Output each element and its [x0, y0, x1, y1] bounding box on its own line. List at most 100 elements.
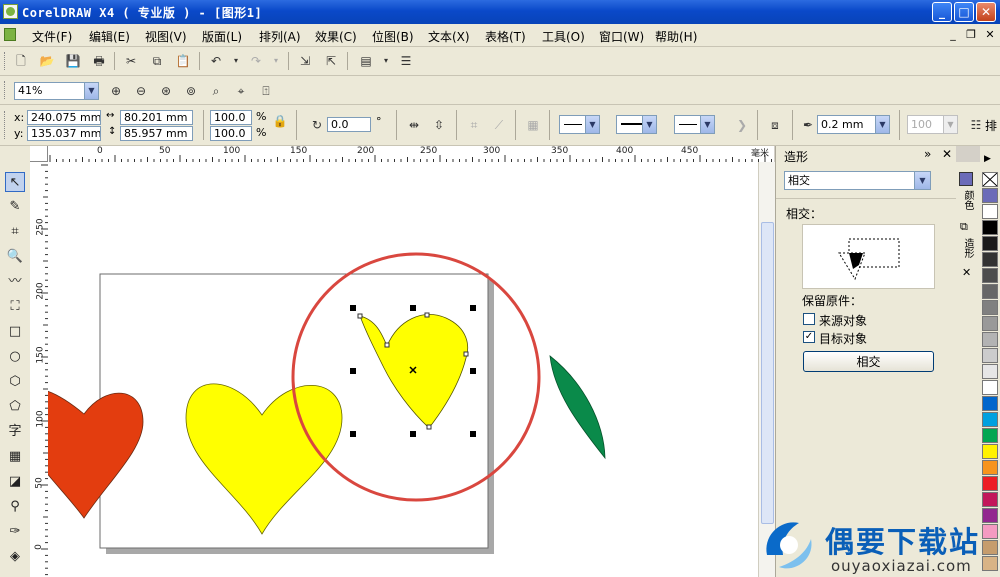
vertical-ruler[interactable]: 250 200 150 100 50 0 — [30, 162, 49, 577]
lock-ratio-icon[interactable]: 🔒 — [272, 113, 288, 129]
freehand-tool-icon[interactable]: 〰 — [5, 272, 25, 292]
ruler-origin[interactable] — [30, 146, 48, 162]
green-leaf-shape[interactable] — [549, 355, 606, 460]
menu-layout[interactable]: 版面(L) — [202, 28, 242, 45]
color-swatch[interactable] — [982, 428, 998, 443]
color-swatch[interactable] — [982, 476, 998, 491]
intersect-apply-button[interactable]: 相交 — [803, 351, 934, 372]
mdi-minimize-button[interactable]: _ — [946, 28, 960, 41]
path-node[interactable] — [424, 312, 430, 318]
color-swatch[interactable] — [982, 444, 998, 459]
chevron-down-icon[interactable]: ▼ — [700, 116, 714, 133]
menu-view[interactable]: 视图(V) — [145, 28, 187, 45]
zoom-page-icon[interactable]: ⌕ — [208, 83, 224, 99]
horizontal-ruler[interactable]: 0 50 100 150 200 250 300 350 400 450 毫米 — [48, 146, 774, 163]
chevron-down-icon[interactable]: ▼ — [585, 116, 599, 133]
y-position-input[interactable]: 135.037 mm — [27, 126, 101, 141]
scale-x-input[interactable]: 100.0 — [210, 110, 252, 125]
zoom-page-width-icon[interactable]: ⌖ — [233, 83, 249, 99]
mirror-vertical-icon[interactable]: ⇳ — [431, 117, 447, 133]
menu-table[interactable]: 表格(T) — [485, 28, 526, 45]
outline-tool-icon[interactable]: ✑ — [5, 522, 25, 542]
mdi-close-button[interactable]: ✕ — [983, 28, 997, 41]
chevron-down-icon[interactable]: ▼ — [875, 116, 889, 133]
height-input[interactable]: 85.957 mm — [120, 126, 193, 141]
color-swatch[interactable] — [982, 220, 998, 235]
color-swatch[interactable] — [982, 380, 998, 395]
zoom-all-objects-icon[interactable]: ⊚ — [183, 83, 199, 99]
color-swatch[interactable] — [982, 316, 998, 331]
color-swatch[interactable] — [982, 460, 998, 475]
rotation-angle-input[interactable]: 0.0 — [327, 117, 371, 132]
opacity-input[interactable]: 100 ▼ — [907, 115, 958, 134]
shape-tool-icon[interactable]: ✎ — [5, 197, 25, 217]
source-object-checkbox[interactable] — [803, 313, 815, 325]
menu-text[interactable]: 文本(X) — [428, 28, 470, 45]
chevron-down-icon[interactable]: ▼ — [84, 83, 98, 99]
menu-file[interactable]: 文件(F) — [32, 28, 72, 45]
reverse-direction-icon[interactable]: ❯ — [734, 117, 750, 133]
line-icon[interactable]: ⟋ — [491, 117, 507, 133]
shaping-mode-select[interactable]: 相交 ▼ — [784, 171, 931, 190]
smart-fill-tool-icon[interactable]: ⛶ — [5, 297, 25, 317]
target-object-checkbox[interactable]: ✓ — [803, 331, 815, 343]
fill-tool-icon[interactable]: ◈ — [5, 547, 25, 567]
color-swatch[interactable] — [982, 236, 998, 251]
mirror-horizontal-icon[interactable]: ⇹ — [406, 117, 422, 133]
zoom-level-select[interactable]: 41% ▼ — [14, 82, 99, 100]
tab-shaping[interactable]: 造形 — [960, 238, 975, 258]
menu-effects[interactable]: 效果(C) — [315, 28, 357, 45]
menu-window[interactable]: 窗口(W) — [599, 28, 644, 45]
path-node[interactable] — [384, 342, 390, 348]
table-tool-icon[interactable]: ▦ — [5, 447, 25, 467]
end-arrow-select[interactable]: ▼ — [674, 115, 715, 134]
color-swatch[interactable] — [982, 492, 998, 507]
x-position-input[interactable]: 240.075 mm — [27, 110, 101, 125]
color-tab-icon[interactable] — [959, 172, 973, 186]
color-swatch[interactable] — [982, 332, 998, 347]
path-node[interactable] — [357, 313, 363, 319]
color-swatch[interactable] — [982, 364, 998, 379]
undo-icon[interactable]: ↶ — [208, 53, 224, 69]
path-node[interactable] — [426, 424, 432, 430]
drawing-canvas[interactable] — [48, 162, 758, 577]
menu-edit[interactable]: 编辑(E) — [89, 28, 130, 45]
redo-dropdown-icon[interactable]: ▾ — [268, 53, 284, 69]
pick-tool-icon[interactable]: ↖ — [5, 172, 25, 192]
maximize-button[interactable]: □ — [954, 2, 974, 22]
no-color-swatch[interactable] — [982, 172, 998, 187]
outline-width-select[interactable]: 0.2 mm ▼ — [817, 115, 890, 134]
scale-y-input[interactable]: 100.0 — [210, 126, 252, 141]
palette-scroll-up-icon[interactable]: ▶ — [984, 154, 991, 164]
node-icon[interactable]: ⌗ — [466, 117, 482, 133]
close-button[interactable]: ✕ — [976, 2, 996, 22]
new-document-icon[interactable]: 🗋 — [13, 53, 29, 69]
color-swatch[interactable] — [982, 188, 998, 203]
line-style-select[interactable]: ▼ — [616, 115, 657, 134]
color-swatch[interactable] — [982, 348, 998, 363]
paste-icon[interactable]: 📋 — [175, 53, 191, 69]
import-icon[interactable]: ⇲ — [297, 53, 313, 69]
welcome-screen-icon[interactable]: ☰ — [398, 53, 414, 69]
undo-dropdown-icon[interactable]: ▾ — [228, 53, 244, 69]
scrollbar-thumb[interactable] — [761, 222, 774, 524]
color-swatch[interactable] — [982, 252, 998, 267]
open-icon[interactable]: 📂 — [39, 53, 55, 69]
export-icon[interactable]: ⇱ — [323, 53, 339, 69]
rectangle-tool-icon[interactable]: □ — [5, 322, 25, 342]
interactive-blend-tool-icon[interactable]: ◪ — [5, 472, 25, 492]
chevron-down-icon[interactable]: ▼ — [642, 116, 656, 133]
shaping-tab-icon[interactable]: ⧉ — [960, 220, 968, 234]
chevron-down-icon[interactable]: ▼ — [914, 172, 930, 189]
text-tool-icon[interactable]: 字 — [5, 422, 25, 442]
chevron-down-icon[interactable]: ▼ — [943, 116, 957, 133]
polygon-tool-icon[interactable]: ⬡ — [5, 372, 25, 392]
zoom-in-icon[interactable]: ⊕ — [108, 83, 124, 99]
color-swatch[interactable] — [982, 300, 998, 315]
width-input[interactable]: 80.201 mm — [120, 110, 193, 125]
zoom-out-icon[interactable]: ⊖ — [133, 83, 149, 99]
docker-close-icon[interactable]: ✕ — [942, 147, 952, 161]
document-icon[interactable] — [4, 28, 16, 41]
wrap-icon[interactable]: ▦ — [525, 117, 541, 133]
color-swatch[interactable] — [982, 204, 998, 219]
